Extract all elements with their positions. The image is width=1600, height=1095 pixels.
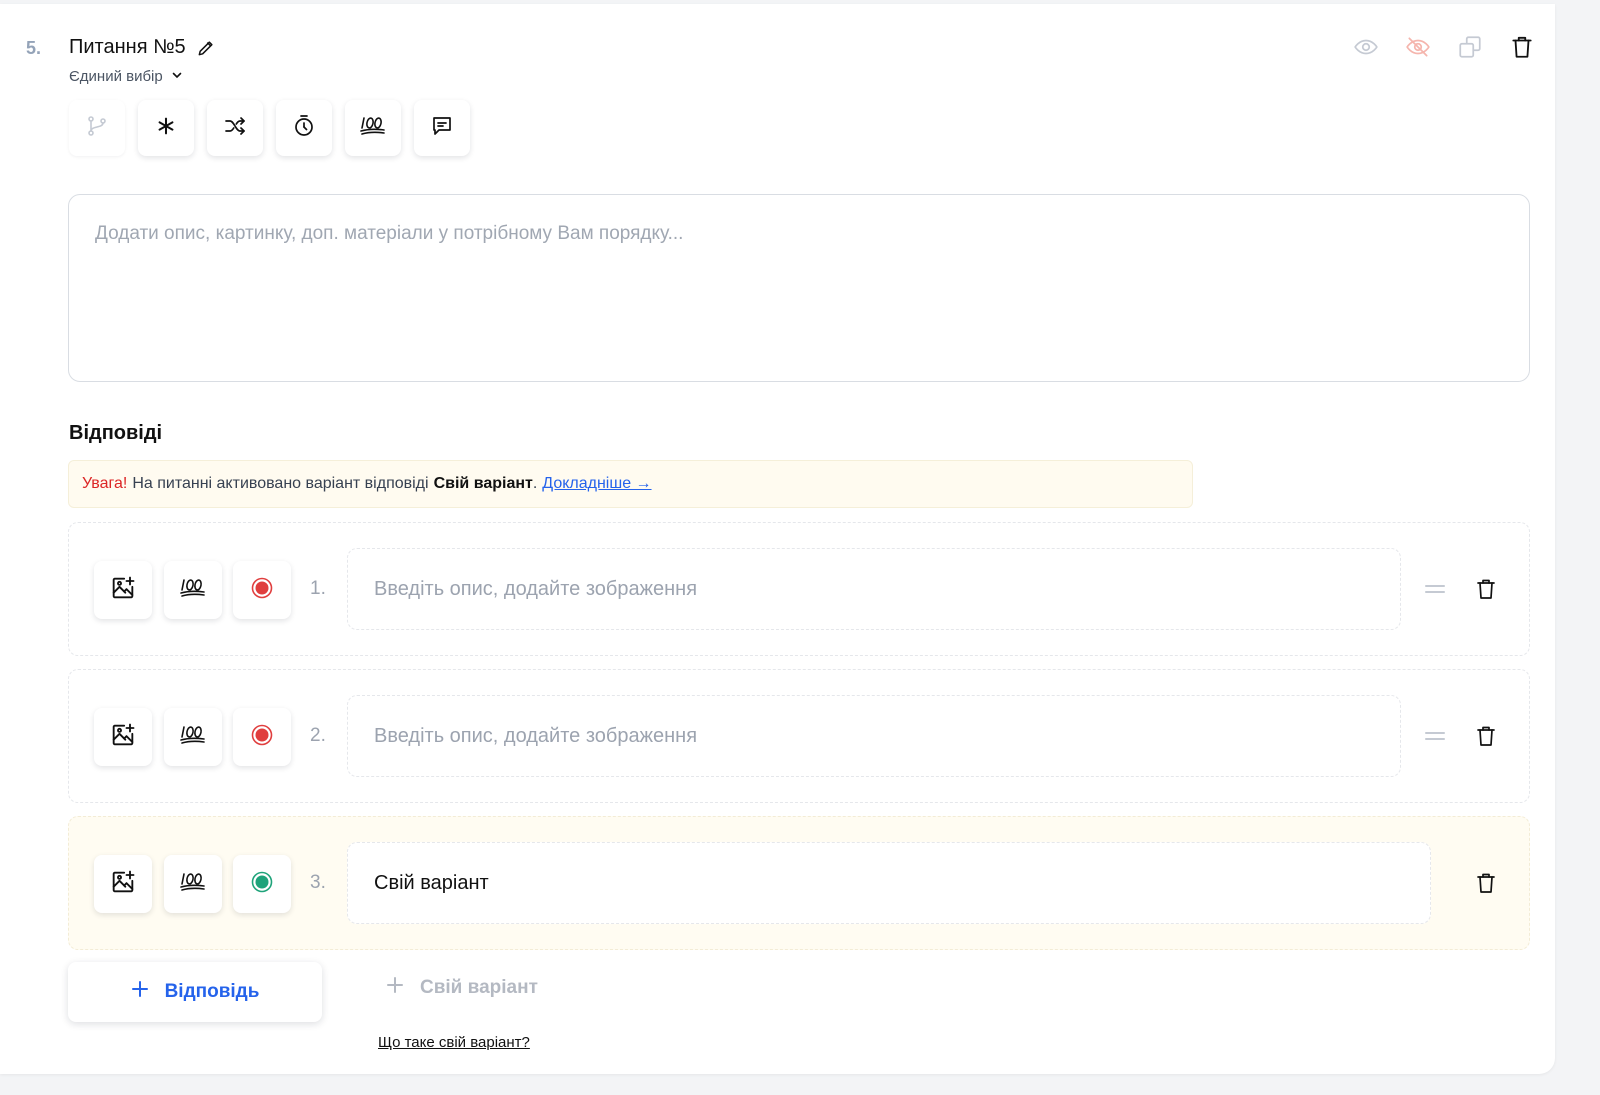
chevron-down-icon — [171, 68, 183, 85]
required-button[interactable] — [138, 100, 194, 156]
what-is-custom-link[interactable]: Що таке свій варіант? — [378, 1034, 530, 1051]
branching-button[interactable] — [69, 100, 125, 156]
add-custom-label: Свій варіант — [420, 977, 538, 998]
plus-icon — [131, 980, 149, 1004]
answer-points-button[interactable] — [164, 561, 222, 619]
timer-button[interactable] — [276, 100, 332, 156]
trash-icon[interactable] — [1509, 34, 1535, 60]
answer-input[interactable] — [347, 842, 1431, 924]
notice-period: . — [532, 475, 538, 492]
add-image-button[interactable] — [94, 561, 152, 619]
question-actions — [1353, 34, 1535, 60]
correct-dot-icon — [251, 871, 273, 898]
shuffle-icon — [223, 114, 247, 143]
answer-row-custom: 3. — [68, 816, 1530, 950]
correct-toggle-button[interactable] — [233, 708, 291, 766]
custom-variant-notice: Увага! На питанні активовано варіант від… — [68, 460, 1193, 508]
question-number: 5. — [26, 38, 42, 58]
answer-number: 2. — [310, 725, 326, 746]
image-add-icon — [109, 574, 137, 607]
notice-more-link[interactable]: Докладніше → — [542, 475, 651, 493]
image-add-icon — [109, 721, 137, 754]
incorrect-dot-icon — [251, 724, 273, 751]
answer-points-button[interactable] — [164, 855, 222, 913]
add-answer-label: Відповідь — [164, 981, 260, 1002]
add-answer-button[interactable]: Відповідь — [68, 962, 322, 1022]
answer-number: 3. — [310, 872, 326, 893]
plus-icon — [386, 976, 404, 1000]
add-custom-variant-button[interactable]: Свій варіант — [386, 976, 538, 1000]
comment-icon — [430, 114, 454, 143]
question-title-row: Питання №5 — [69, 36, 216, 59]
trash-icon[interactable] — [1472, 722, 1500, 750]
description-input[interactable] — [68, 194, 1530, 382]
answer-points-button[interactable] — [164, 708, 222, 766]
eye-icon[interactable] — [1353, 34, 1379, 60]
notice-bold: Свій варіант — [433, 475, 533, 492]
add-image-button[interactable] — [94, 855, 152, 913]
answer-input[interactable] — [347, 548, 1401, 630]
answer-row: 2. — [68, 669, 1530, 803]
score-100-icon — [179, 870, 207, 899]
eye-off-icon[interactable] — [1405, 34, 1431, 60]
comment-button[interactable] — [414, 100, 470, 156]
image-add-icon — [109, 868, 137, 901]
trash-icon[interactable] — [1472, 869, 1500, 897]
duplicate-icon[interactable] — [1457, 34, 1483, 60]
answer-number: 1. — [310, 578, 326, 599]
question-toolbar — [69, 100, 470, 156]
question-title: Питання №5 — [69, 36, 186, 58]
notice-warning: Увага! — [82, 475, 128, 492]
incorrect-dot-icon — [251, 577, 273, 604]
add-image-button[interactable] — [94, 708, 152, 766]
trash-icon[interactable] — [1472, 575, 1500, 603]
answer-row: 1. — [68, 522, 1530, 656]
question-card: 5. Питання №5 Єдиний вибір Додати опис, … — [0, 4, 1555, 1074]
correct-toggle-button[interactable] — [233, 561, 291, 619]
drag-handle-icon[interactable] — [1421, 575, 1449, 603]
correct-toggle-button[interactable] — [233, 855, 291, 913]
question-type-dropdown[interactable]: Єдиний вибір — [69, 68, 183, 85]
branch-icon — [85, 114, 109, 143]
required-asterisk-icon — [155, 115, 177, 142]
answer-input[interactable] — [347, 695, 1401, 777]
shuffle-button[interactable] — [207, 100, 263, 156]
score-100-icon — [359, 114, 387, 143]
notice-text: На питанні активовано варіант відповіді — [132, 475, 429, 492]
points-button[interactable] — [345, 100, 401, 156]
score-100-icon — [179, 576, 207, 605]
drag-handle-icon[interactable] — [1421, 722, 1449, 750]
answers-heading: Відповіді — [69, 422, 163, 444]
timer-icon — [292, 114, 316, 143]
score-100-icon — [179, 723, 207, 752]
question-type-label: Єдиний вибір — [69, 68, 163, 85]
edit-title-pencil-icon[interactable] — [196, 38, 216, 58]
